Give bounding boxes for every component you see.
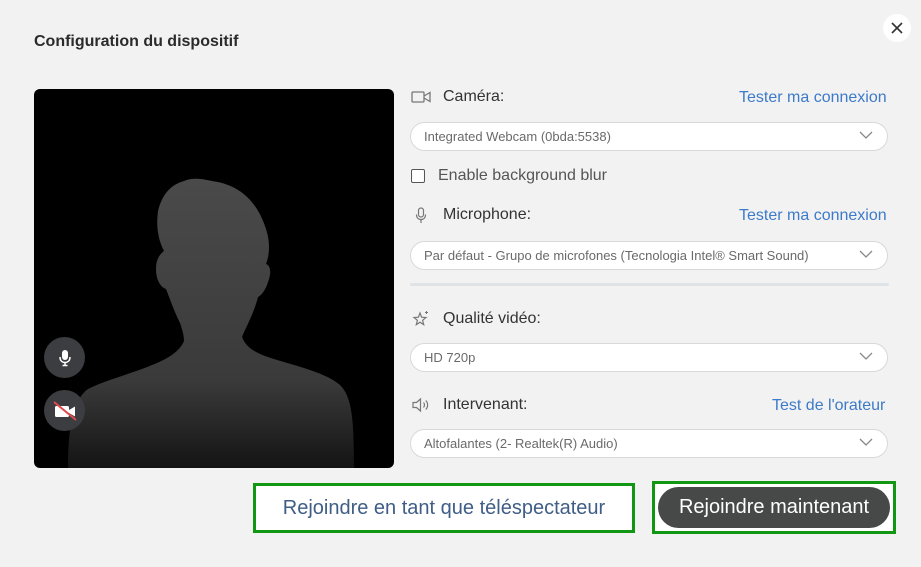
camera-label: Caméra: [443,88,505,105]
chevron-down-icon [859,438,873,446]
camera-off-icon [52,400,77,421]
microphone-label: Microphone: [443,206,532,223]
microphone-level-bar [410,283,889,286]
sparkle-star-icon [410,310,432,328]
camera-selected-value: Integrated Webcam (0bda:5538) [424,129,611,144]
join-now-label: Rejoindre maintenant [678,496,870,518]
microphone-selected-value: Par défaut - Grupo de microfones (Tecnol… [424,248,809,263]
speaker-test-link[interactable]: Test de l'orateur [772,397,885,415]
speaker-icon [410,397,432,413]
speaker-selected-value: Altofalantes (2- Realtek(R) Audio) [424,436,618,451]
toggle-camera-button[interactable] [44,390,85,431]
chevron-down-icon [859,250,873,258]
mute-microphone-button[interactable] [44,337,85,378]
join-as-viewer-label: Rejoindre en tant que téléspectateur [282,496,606,519]
join-now-highlight: Rejoindre maintenant [652,481,896,534]
camera-label-row: Caméra: [410,88,504,106]
microphone-test-link[interactable]: Tester ma connexion [739,207,887,225]
background-blur-checkbox[interactable]: Enable background blur [411,167,607,185]
join-as-viewer-button[interactable]: Rejoindre en tant que téléspectateur [253,483,635,533]
user-silhouette-icon [68,178,354,468]
close-button[interactable] [883,14,911,42]
join-now-button[interactable]: Rejoindre maintenant [658,487,890,528]
chevron-down-icon [859,352,873,360]
speaker-label-row: Intervenant: [410,396,528,414]
close-icon [891,22,903,34]
video-preview [34,89,394,468]
microphone-icon [58,349,71,366]
speaker-select[interactable]: Altofalantes (2- Realtek(R) Audio) [410,429,888,458]
dialog-title: Configuration du dispositif [34,33,239,50]
video-quality-select[interactable]: HD 720p [410,343,888,372]
video-camera-icon [410,90,432,104]
microphone-icon [410,206,432,224]
microphone-select[interactable]: Par défaut - Grupo de microfones (Tecnol… [410,241,888,270]
camera-test-link[interactable]: Tester ma connexion [739,89,887,107]
checkbox-box[interactable] [411,169,425,183]
chevron-down-icon [859,131,873,139]
video-quality-selected-value: HD 720p [424,350,476,365]
video-quality-label: Qualité vidéo: [443,310,541,327]
speaker-label: Intervenant: [443,396,528,413]
video-quality-label-row: Qualité vidéo: [410,310,541,328]
camera-select[interactable]: Integrated Webcam (0bda:5538) [410,122,888,151]
background-blur-label: Enable background blur [438,167,608,184]
microphone-label-row: Microphone: [410,206,531,224]
